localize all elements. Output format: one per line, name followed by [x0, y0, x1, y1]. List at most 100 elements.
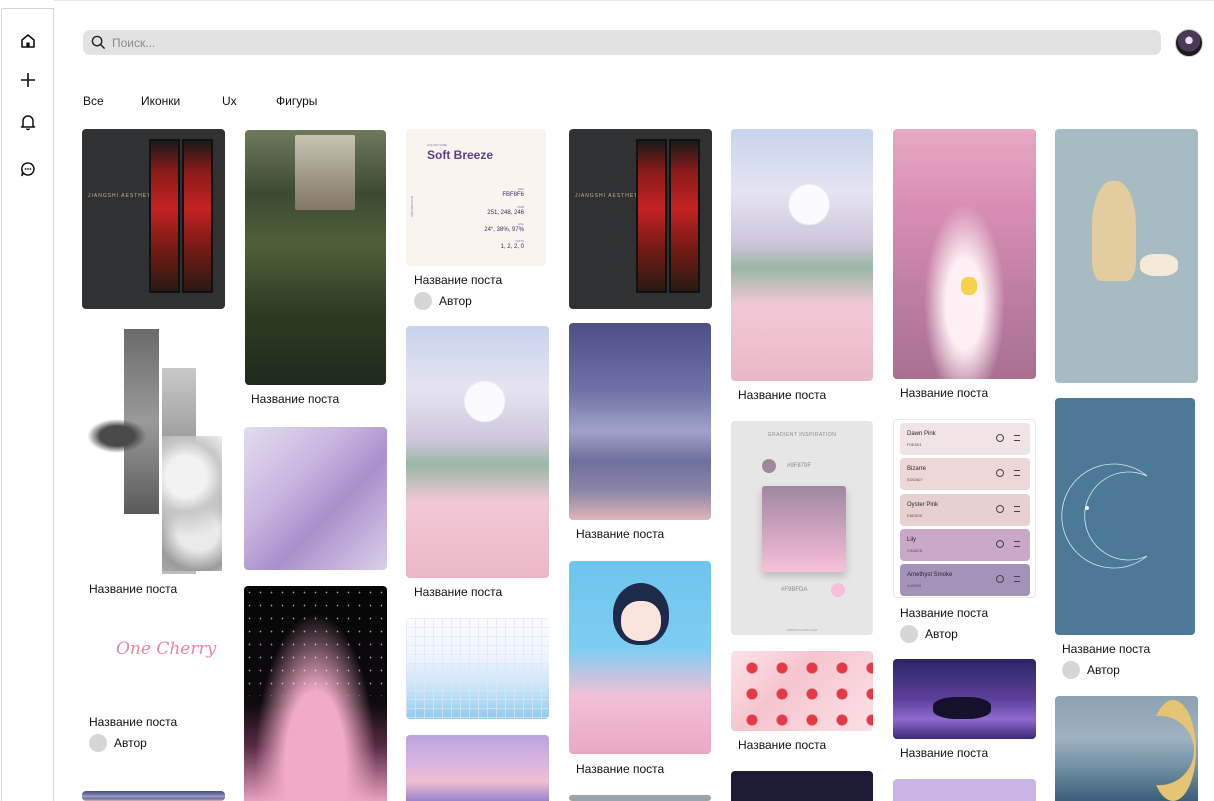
palette-swatch: Amethyst Smoke A493B9 [900, 564, 1030, 596]
gradient-start-swatch [762, 459, 776, 473]
post-author[interactable]: Автор [1062, 661, 1120, 679]
rgb-value: 251, 248, 246 [487, 210, 524, 216]
home-icon [21, 34, 35, 48]
post-author[interactable]: Автор [900, 625, 958, 643]
hsl-label: HSL [518, 222, 524, 226]
post-caption[interactable]: Название поста [738, 738, 826, 752]
palette-swatch: Oyster Pink E8D0D0 [900, 494, 1030, 526]
filter-shapes[interactable]: Фигуры [276, 94, 317, 108]
post-image-sakura-landscape[interactable] [406, 326, 549, 578]
post-author[interactable]: Автор [414, 292, 472, 310]
post-author[interactable]: Автор [89, 734, 147, 752]
post-image-jiangshi-2[interactable]: JIANGSHI AESTHETIC [569, 129, 712, 309]
red-panel-left [636, 139, 667, 293]
home-button[interactable] [16, 29, 40, 53]
post-image-jiangshi[interactable]: JIANGSHI AESTHETIC [82, 129, 225, 309]
jiangshi-title: JIANGSHI AESTHETIC [575, 193, 646, 199]
post-image-sakura-pikachu[interactable] [893, 129, 1036, 379]
post-image-anime-girl[interactable] [569, 561, 711, 754]
post-caption[interactable]: Название поста [900, 746, 988, 760]
swatch-name: Bizarre [907, 466, 927, 472]
chat-bubble-icon [21, 162, 35, 177]
post-image-birds[interactable] [82, 326, 225, 575]
post-caption[interactable]: Название поста [738, 388, 826, 402]
menu-icon [1014, 506, 1020, 512]
gradient-end-swatch [831, 583, 845, 597]
dog-shape [1140, 254, 1178, 276]
post-image-moon-lady[interactable] [1055, 696, 1198, 801]
post-image-partial[interactable] [731, 771, 873, 801]
gradient-end-hex: #F9BFDA [781, 587, 808, 593]
cmyk-label: CMYK [515, 239, 524, 243]
color-name: Soft Breeze [427, 148, 494, 162]
messages-button[interactable] [16, 157, 40, 181]
author-name: Автор [925, 627, 958, 641]
post-caption[interactable]: Название поста [251, 392, 339, 406]
swatch-name: Lily [907, 537, 917, 543]
pikachu-shape [961, 277, 977, 295]
post-image-forest-house[interactable] [245, 130, 386, 385]
post-image-night-clouds[interactable] [244, 586, 387, 801]
post-image-partial[interactable] [82, 791, 225, 801]
bird-shape [82, 416, 152, 456]
stars-layer [244, 586, 387, 696]
author-avatar [900, 625, 918, 643]
gradient-title: GRADIENT INSPIRATION [767, 432, 837, 438]
one-cherry-logo: One Cherry [116, 639, 217, 659]
swatch-name: Amethyst Smoke [907, 572, 953, 578]
avatar[interactable] [1175, 29, 1203, 57]
post-caption[interactable]: Название поста [576, 527, 664, 541]
top-divider [54, 0, 1214, 1]
filter-icons[interactable]: Иконки [141, 94, 222, 108]
search-input[interactable] [112, 35, 1012, 50]
info-icon [996, 434, 1004, 442]
post-caption[interactable]: Название поста [576, 762, 664, 776]
post-image-gradient-card[interactable]: GRADIENT INSPIRATION #9F879F #F9BFDA WWW… [731, 421, 873, 635]
gradient-square [762, 486, 846, 572]
crescent-moon-icon [1061, 463, 1148, 569]
filter-all[interactable]: Все [83, 94, 141, 108]
post-image-lavender-landscape[interactable] [406, 735, 549, 801]
post-image-partial[interactable] [569, 795, 711, 801]
post-image-one-cherry[interactable]: One Cherry [82, 614, 225, 709]
red-panel-right [182, 139, 213, 293]
post-image-girl-dog[interactable] [1055, 129, 1198, 383]
menu-icon [1014, 435, 1020, 441]
filter-ux[interactable]: Ux [222, 94, 276, 108]
post-caption[interactable]: Название поста [414, 273, 502, 287]
post-image-sakura-moon[interactable] [731, 129, 873, 381]
post-image-cat-room[interactable] [893, 659, 1036, 739]
post-image-soft-breeze[interactable]: COLOR NAME Soft Breeze HEX FBF8F6 RGB 25… [406, 129, 546, 266]
post-caption[interactable]: Название поста [89, 582, 177, 596]
search-bar[interactable] [83, 30, 1161, 55]
post-caption[interactable]: Название поста [89, 715, 177, 729]
post-caption[interactable]: Название поста [414, 585, 502, 599]
author-avatar [1062, 661, 1080, 679]
post-image-purple-sky[interactable] [569, 323, 711, 520]
red-panel-left [149, 139, 180, 293]
post-image-book-flower[interactable] [244, 427, 387, 570]
post-image-crescent-moon[interactable] [1055, 398, 1195, 635]
author-avatar [414, 292, 432, 310]
create-button[interactable] [16, 68, 40, 92]
info-icon [996, 469, 1004, 477]
post-image-grid-clouds[interactable] [406, 618, 549, 719]
gradient-footer: WWW.COLORS.COM [787, 628, 817, 632]
hydrangea-shape [162, 436, 222, 571]
author-name: Автор [439, 294, 472, 308]
author-avatar [89, 734, 107, 752]
notifications-button[interactable] [16, 110, 40, 134]
menu-icon [1014, 470, 1020, 476]
info-icon [996, 540, 1004, 548]
strawberry-pattern [731, 651, 873, 731]
post-caption[interactable]: Название поста [1062, 642, 1150, 656]
rgb-label: RGB [517, 205, 524, 209]
post-caption[interactable]: Название поста [900, 606, 988, 620]
post-image-color-palette[interactable]: Dawn Pink F0E4E4 Bizarre EDD8D7 Oyster Pin… [893, 419, 1036, 598]
post-image-partial[interactable] [893, 779, 1036, 801]
side-label: ANNASCOLOR [410, 195, 414, 217]
post-caption[interactable]: Название поста [900, 386, 988, 400]
swatch-name: Oyster Pink [907, 502, 939, 508]
hex-label: HEX [517, 187, 524, 191]
post-image-strawberries[interactable] [731, 651, 873, 731]
